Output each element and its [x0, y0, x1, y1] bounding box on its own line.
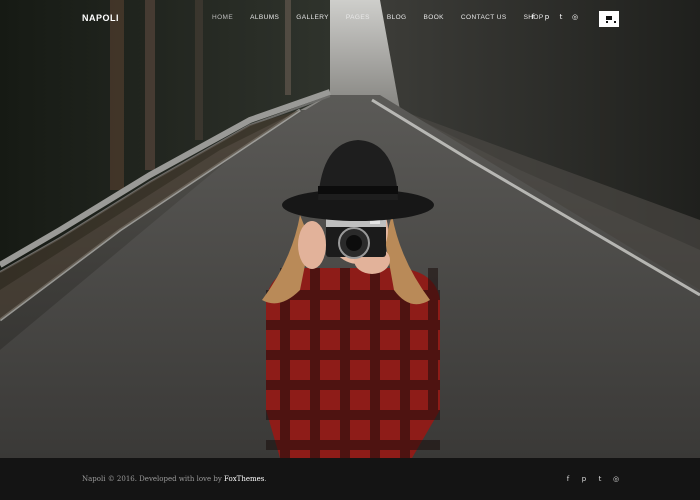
developer-link[interactable]: FoxThemes	[224, 475, 264, 483]
copyright-text: Napoli © 2016. Developed with love by Fo…	[82, 475, 267, 483]
site-logo[interactable]: NAPOLI	[82, 13, 119, 23]
main-nav: HOME ALBUMS GALLERY PAGES BLOG BOOK CONT…	[212, 14, 561, 21]
footer-social-links: f p t ◎	[565, 475, 619, 483]
nav-item-albums[interactable]: ALBUMS	[250, 14, 279, 21]
header-social-links: f p t ◎	[530, 13, 578, 21]
nav-item-blog[interactable]: BLOG	[387, 14, 407, 21]
twitter-icon[interactable]: t	[558, 13, 564, 21]
copyright-suffix: .	[264, 475, 267, 483]
facebook-icon[interactable]: f	[565, 475, 571, 483]
nav-item-pages[interactable]: PAGES	[346, 14, 370, 21]
cart-button[interactable]	[599, 11, 619, 27]
pinterest-icon[interactable]: p	[544, 13, 550, 21]
cart-icon	[605, 15, 616, 23]
hero-photo-illustration	[0, 0, 700, 458]
nav-item-book[interactable]: BOOK	[424, 14, 444, 21]
nav-item-gallery[interactable]: GALLERY	[296, 14, 329, 21]
nav-item-contact-us[interactable]: CONTACT US	[461, 14, 507, 21]
hero-image	[0, 0, 700, 458]
dribbble-icon[interactable]: ◎	[613, 475, 619, 483]
pinterest-icon[interactable]: p	[581, 475, 587, 483]
site-header: NAPOLI HOME ALBUMS GALLERY PAGES BLOG BO…	[0, 0, 700, 38]
copyright-prefix: Napoli © 2016. Developed with love by	[82, 475, 222, 483]
twitter-icon[interactable]: t	[597, 475, 603, 483]
facebook-icon[interactable]: f	[530, 13, 536, 21]
site-footer: Napoli © 2016. Developed with love by Fo…	[0, 458, 700, 500]
dribbble-icon[interactable]: ◎	[572, 13, 578, 21]
nav-item-home[interactable]: HOME	[212, 14, 233, 21]
